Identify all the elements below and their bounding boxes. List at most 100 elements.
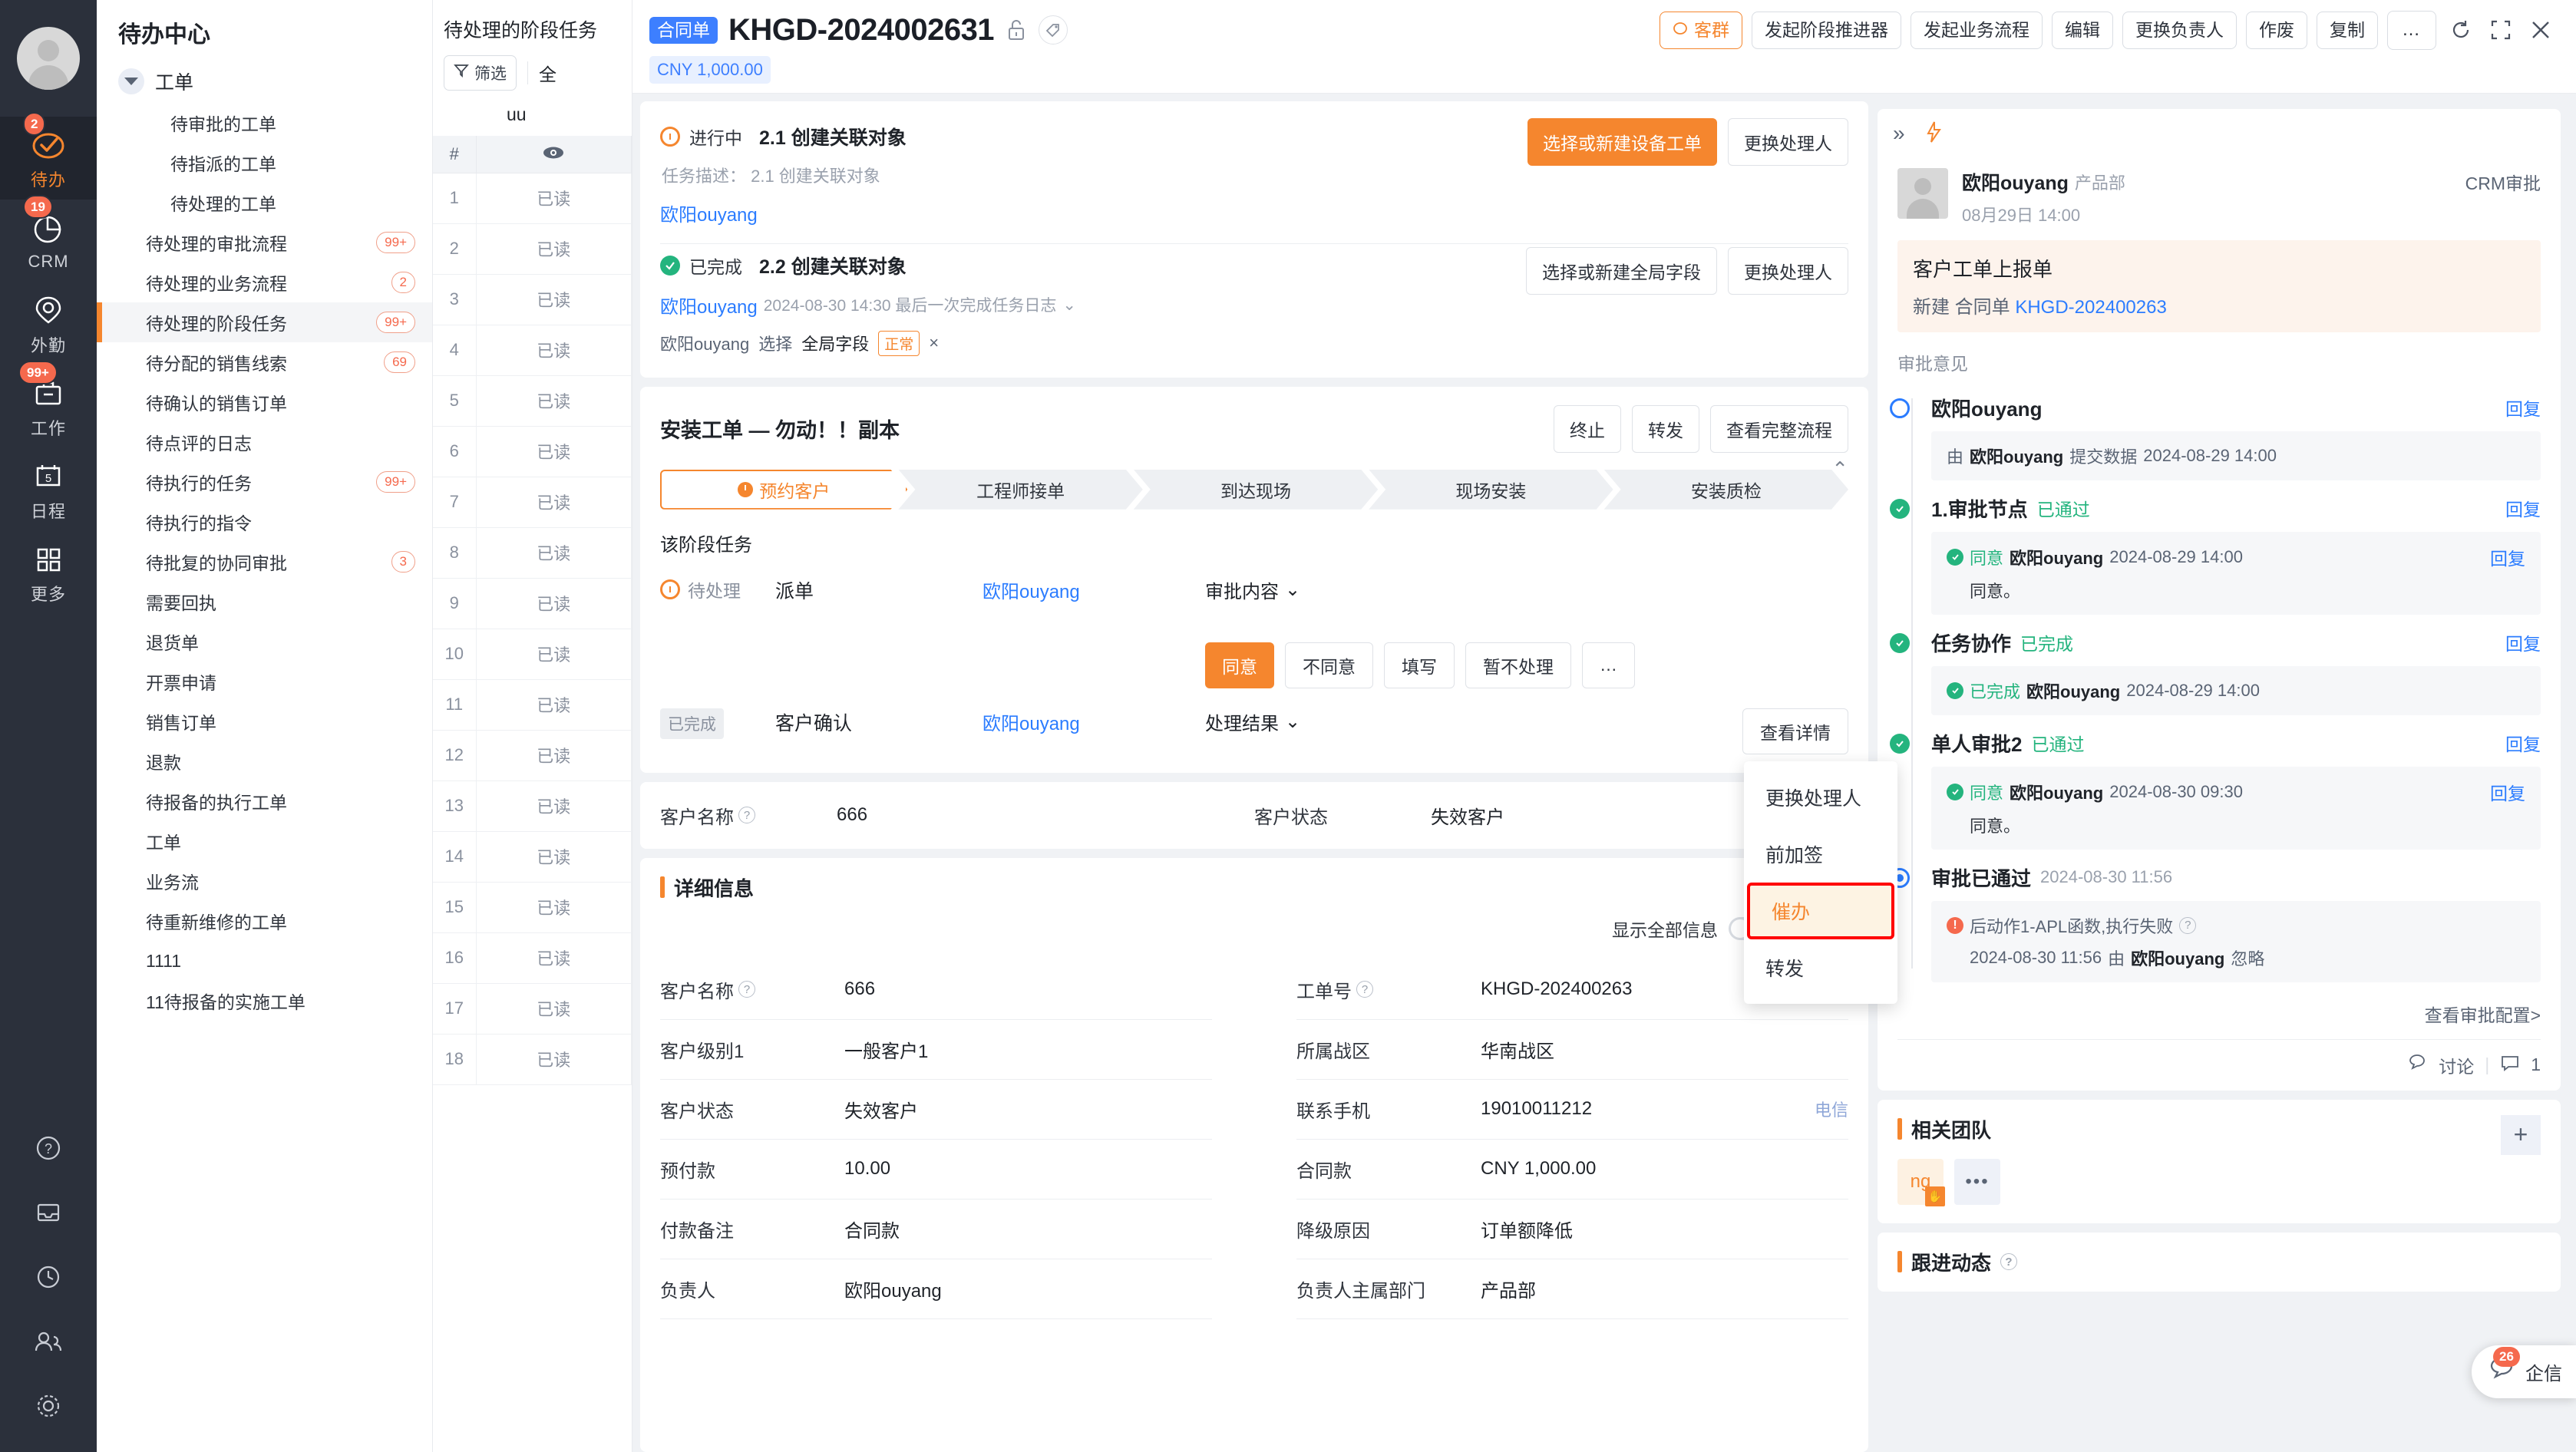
reject-button[interactable]: 不同意 bbox=[1285, 642, 1373, 688]
table-row[interactable]: 6已读 bbox=[433, 426, 632, 477]
table-row[interactable]: 4已读 bbox=[433, 325, 632, 375]
table-row[interactable]: 2已读 bbox=[433, 223, 632, 274]
reply-link[interactable]: 回复 bbox=[2490, 544, 2525, 570]
sidebar-item-20[interactable]: 待重新维修的工单 bbox=[97, 901, 432, 941]
filter-button[interactable]: 筛选 bbox=[444, 55, 517, 91]
stage-task-assignee[interactable]: 欧阳ouyang bbox=[983, 576, 1205, 603]
table-row[interactable]: 12已读 bbox=[433, 730, 632, 780]
stage-task-field[interactable]: 处理结果 ⌄ bbox=[1205, 708, 1300, 735]
start-business-flow-button[interactable]: 发起业务流程 bbox=[1911, 12, 2043, 50]
sidebar-item-11[interactable]: 待批复的协同审批3 bbox=[97, 542, 432, 582]
customer-group-button[interactable]: 客群 bbox=[1660, 12, 1742, 50]
table-row[interactable]: 11已读 bbox=[433, 679, 632, 730]
reply-link[interactable]: 回复 bbox=[2505, 730, 2541, 756]
discuss-icon[interactable] bbox=[2408, 1054, 2428, 1077]
rail-item-contacts[interactable] bbox=[0, 1309, 97, 1374]
double-chevron-right-icon[interactable]: » bbox=[1893, 121, 1905, 146]
todo-group-header[interactable]: 工单 bbox=[97, 60, 432, 103]
workflow-step-3[interactable]: 现场安装 bbox=[1369, 470, 1613, 510]
approval-banner-link[interactable]: KHGD-202400263 bbox=[2015, 297, 2166, 318]
add-team-member-button[interactable]: + bbox=[2501, 1115, 2541, 1155]
sidebar-item-16[interactable]: 退款 bbox=[97, 741, 432, 781]
help-icon[interactable]: ? bbox=[2000, 1253, 2017, 1270]
change-owner-button[interactable]: 更换负责人 bbox=[2122, 12, 2237, 50]
task-assignee[interactable]: 欧阳ouyang bbox=[660, 292, 758, 318]
workflow-step-2[interactable]: 到达现场 bbox=[1134, 470, 1378, 510]
workflow-step-4[interactable]: 安装质检 bbox=[1604, 470, 1848, 510]
sidebar-item-3[interactable]: 待处理的审批流程99+ bbox=[97, 223, 432, 262]
rail-item-field[interactable]: 外勤 bbox=[0, 282, 97, 365]
collapse-icon[interactable]: ⌃ bbox=[1831, 457, 1848, 481]
rail-item-more[interactable]: 更多 bbox=[0, 531, 97, 614]
more-action-button[interactable]: … bbox=[1582, 642, 1635, 688]
reply-link[interactable]: 回复 bbox=[2505, 629, 2541, 655]
sidebar-item-15[interactable]: 销售订单 bbox=[97, 701, 432, 741]
workflow-step-1[interactable]: 工程师接单 bbox=[898, 470, 1142, 510]
table-row[interactable]: 1已读 bbox=[433, 173, 632, 223]
table-row[interactable]: 3已读 bbox=[433, 274, 632, 325]
remove-icon[interactable]: × bbox=[929, 333, 939, 353]
view-details-button[interactable]: 查看详情 bbox=[1742, 708, 1848, 754]
close-icon[interactable] bbox=[2525, 15, 2556, 45]
rail-item-calendar[interactable]: 5 日程 bbox=[0, 448, 97, 531]
sidebar-item-5[interactable]: 待处理的阶段任务99+ bbox=[97, 302, 432, 342]
table-row[interactable]: 8已读 bbox=[433, 527, 632, 578]
copy-button[interactable]: 复制 bbox=[2317, 12, 2378, 50]
sidebar-item-17[interactable]: 待报备的执行工单 bbox=[97, 781, 432, 821]
start-stage-pusher-button[interactable]: 发起阶段推进器 bbox=[1752, 12, 1901, 50]
table-row[interactable]: 14已读 bbox=[433, 831, 632, 882]
rail-item-help[interactable]: ? bbox=[0, 1116, 97, 1180]
sidebar-item-19[interactable]: 业务流 bbox=[97, 861, 432, 901]
stage-task-assignee[interactable]: 欧阳ouyang bbox=[983, 708, 1205, 735]
refresh-icon[interactable] bbox=[2446, 15, 2476, 45]
help-icon[interactable]: ? bbox=[2179, 917, 2196, 934]
context-menu-item-3[interactable]: 转发 bbox=[1744, 939, 1897, 996]
select-or-create-device-order-button[interactable]: 选择或新建设备工单 bbox=[1527, 118, 1717, 166]
comment-icon[interactable] bbox=[2500, 1054, 2520, 1077]
stage-task-field[interactable]: 审批内容 ⌄ bbox=[1205, 576, 1300, 603]
chevron-down-icon[interactable]: ⌄ bbox=[1062, 295, 1076, 315]
team-more-button[interactable]: ••• bbox=[1954, 1159, 2000, 1205]
sidebar-item-12[interactable]: 需要回执 bbox=[97, 582, 432, 622]
spark-icon[interactable] bbox=[1922, 120, 1945, 148]
help-icon[interactable]: ? bbox=[738, 807, 755, 823]
unlock-icon[interactable] bbox=[1005, 17, 1028, 43]
sidebar-item-1[interactable]: 待指派的工单 bbox=[97, 143, 432, 183]
table-row[interactable]: 7已读 bbox=[433, 477, 632, 527]
table-row[interactable]: 10已读 bbox=[433, 629, 632, 679]
select-or-create-global-field-button[interactable]: 选择或新建全局字段 bbox=[1526, 247, 1717, 295]
sidebar-item-21[interactable]: 1111 bbox=[97, 941, 432, 981]
approve-button[interactable]: 同意 bbox=[1205, 642, 1274, 688]
fill-button[interactable]: 填写 bbox=[1384, 642, 1455, 688]
postpone-button[interactable]: 暂不处理 bbox=[1465, 642, 1571, 688]
sidebar-item-8[interactable]: 待点评的日志 bbox=[97, 422, 432, 462]
sidebar-item-14[interactable]: 开票申请 bbox=[97, 662, 432, 701]
rail-item-work[interactable]: 99+ 工作 bbox=[0, 365, 97, 448]
rail-item-settings[interactable] bbox=[0, 1374, 97, 1438]
context-menu-item-0[interactable]: 更换处理人 bbox=[1744, 769, 1897, 826]
context-menu-item-2[interactable]: 催办 bbox=[1747, 883, 1894, 939]
terminate-button[interactable]: 终止 bbox=[1554, 405, 1621, 453]
sidebar-item-2[interactable]: 待处理的工单 bbox=[97, 183, 432, 223]
context-menu-item-1[interactable]: 前加签 bbox=[1744, 826, 1897, 883]
sidebar-item-0[interactable]: 待审批的工单 bbox=[97, 103, 432, 143]
user-avatar[interactable] bbox=[0, 0, 97, 117]
sidebar-item-9[interactable]: 待执行的任务99+ bbox=[97, 462, 432, 502]
sidebar-item-13[interactable]: 退货单 bbox=[97, 622, 432, 662]
sidebar-item-7[interactable]: 待确认的销售订单 bbox=[97, 382, 432, 422]
rail-item-history[interactable] bbox=[0, 1245, 97, 1309]
sidebar-item-18[interactable]: 工单 bbox=[97, 821, 432, 861]
sidebar-item-4[interactable]: 待处理的业务流程2 bbox=[97, 262, 432, 302]
reply-link[interactable]: 回复 bbox=[2505, 394, 2541, 421]
table-row[interactable]: 13已读 bbox=[433, 780, 632, 831]
tag-icon[interactable] bbox=[1039, 15, 1068, 45]
void-button[interactable]: 作废 bbox=[2246, 12, 2307, 50]
rail-item-todo[interactable]: 2 待办 bbox=[0, 117, 97, 200]
workflow-step-0[interactable]: 预约客户 bbox=[660, 470, 907, 510]
edit-button[interactable]: 编辑 bbox=[2052, 12, 2113, 50]
rail-item-crm[interactable]: 19 CRM bbox=[0, 200, 97, 282]
team-avatar[interactable]: ng ✋ bbox=[1897, 1159, 1944, 1205]
sidebar-item-10[interactable]: 待执行的指令 bbox=[97, 502, 432, 542]
table-row[interactable]: 16已读 bbox=[433, 932, 632, 983]
view-full-flow-button[interactable]: 查看完整流程 bbox=[1710, 405, 1848, 453]
